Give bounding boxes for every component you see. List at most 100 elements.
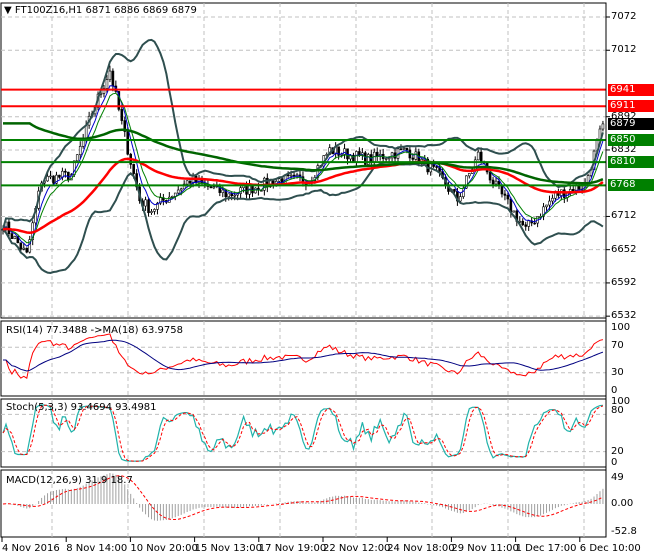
price-axis-label: 6532 bbox=[611, 310, 637, 322]
candle-body bbox=[551, 197, 554, 202]
candle-body bbox=[545, 204, 548, 208]
candle-body bbox=[105, 79, 109, 89]
candle-body bbox=[150, 211, 153, 214]
time-axis-label: 10 Nov 20:00 bbox=[130, 543, 198, 554]
rsi-ma-line bbox=[3, 339, 604, 372]
candle-body bbox=[399, 148, 403, 151]
candle-body bbox=[384, 158, 388, 160]
price-axis-label: 6712 bbox=[611, 210, 637, 222]
candle-body bbox=[75, 154, 79, 162]
collapse-triangle-icon[interactable]: ▼ bbox=[4, 5, 12, 16]
candle-body bbox=[503, 193, 507, 196]
candle-body bbox=[230, 193, 233, 197]
candle-body bbox=[233, 194, 236, 197]
time-axis-label: 4 Nov 2016 bbox=[2, 543, 60, 554]
candle-body bbox=[58, 174, 61, 178]
candle-body bbox=[491, 179, 495, 185]
price-axis-label: 7072 bbox=[611, 11, 637, 22]
ohlc-label: 6871 6886 6869 6879 bbox=[85, 5, 197, 16]
candle-body bbox=[375, 151, 379, 157]
candle-body bbox=[153, 209, 156, 212]
level-tag-6911: 6911 bbox=[608, 100, 654, 113]
level-tag-6768: 6768 bbox=[608, 179, 654, 192]
candle-body bbox=[64, 170, 67, 173]
chart-window[interactable]: ▼ FT100Z16,H1 6871 6886 6869 6879 RSI(14… bbox=[0, 0, 660, 560]
macd-axis-label: 0.00 bbox=[611, 498, 634, 509]
candle-body bbox=[387, 157, 391, 160]
rsi-line bbox=[3, 333, 604, 380]
stoch-axis-label: 20 bbox=[611, 446, 624, 457]
candle-body bbox=[506, 195, 510, 200]
candle-body bbox=[19, 242, 23, 250]
candle-body bbox=[459, 196, 462, 202]
candle-body bbox=[488, 171, 492, 181]
candle-body bbox=[289, 174, 293, 177]
candle-body bbox=[521, 220, 525, 226]
candle-body bbox=[13, 236, 17, 239]
candle-body bbox=[494, 180, 498, 185]
candle-body bbox=[277, 178, 281, 182]
candle-body bbox=[25, 247, 29, 253]
candle-body bbox=[467, 173, 471, 177]
candle-body bbox=[147, 199, 150, 214]
price-axis-label: 7012 bbox=[611, 44, 637, 56]
time-axis-label: 8 Nov 14:00 bbox=[66, 543, 128, 554]
level-tag-6941: 6941 bbox=[608, 83, 654, 96]
candle-body bbox=[479, 151, 483, 163]
candle-body bbox=[10, 233, 14, 239]
stoch-title: Stoch(5,3,3) 93.4694 93.4981 bbox=[6, 402, 157, 413]
candle-body bbox=[405, 147, 409, 151]
candle-body bbox=[512, 210, 516, 213]
candle-body bbox=[548, 200, 551, 206]
time-axis-label: 24 Nov 18:00 bbox=[387, 543, 455, 554]
candle-body bbox=[170, 196, 174, 198]
chart-header: ▼ FT100Z16,H1 6871 6886 6869 6879 bbox=[4, 5, 197, 16]
candle-body bbox=[527, 220, 530, 227]
candle-body bbox=[176, 189, 180, 194]
time-axis-label: 15 Nov 13:00 bbox=[194, 543, 263, 554]
candle-body bbox=[227, 193, 231, 198]
time-axis-label: 17 Nov 19:00 bbox=[258, 543, 327, 554]
level-tag-6850: 6850 bbox=[608, 133, 654, 146]
candle-body bbox=[120, 109, 124, 121]
time-axis-label: 22 Nov 12:00 bbox=[323, 543, 391, 554]
macd-axis-label: -52.8 bbox=[611, 526, 637, 537]
rsi-axis-label: 0 bbox=[611, 385, 618, 396]
time-axis-label: 1 Dec 17:00 bbox=[515, 543, 577, 554]
candle-body bbox=[390, 152, 394, 159]
rsi-title: RSI(14) 77.3488 ->MA(18) 63.9758 bbox=[6, 325, 183, 336]
candle-body bbox=[221, 189, 225, 193]
candle-body bbox=[500, 185, 504, 195]
candle-body bbox=[188, 180, 192, 184]
candle-body bbox=[476, 151, 480, 161]
candle-body bbox=[209, 186, 213, 189]
time-axis-label: 29 Nov 11:00 bbox=[451, 543, 519, 554]
level-tag-6810: 6810 bbox=[608, 156, 654, 169]
candle-body bbox=[67, 171, 70, 181]
candle-body bbox=[179, 188, 183, 191]
rsi-axis-label: 100 bbox=[611, 322, 631, 333]
candle-body bbox=[111, 70, 115, 87]
candle-body bbox=[245, 185, 248, 195]
symbol-label: FT100Z16,H1 bbox=[14, 5, 83, 16]
stoch-main-line bbox=[2, 404, 603, 462]
macd-axis-label: 49 bbox=[611, 472, 624, 483]
candle-body bbox=[343, 148, 346, 155]
candle-body bbox=[49, 175, 52, 178]
time-axis-label: 6 Dec 10:00 bbox=[579, 543, 641, 554]
candle-body bbox=[524, 224, 528, 227]
candle-body bbox=[132, 164, 135, 174]
candle-body bbox=[435, 166, 438, 168]
rsi-axis-label: 70 bbox=[611, 340, 624, 351]
candle-body bbox=[126, 131, 130, 155]
ma-fast-blue bbox=[2, 85, 604, 247]
candle-body bbox=[453, 189, 456, 192]
candle-body bbox=[78, 146, 82, 156]
candle-body bbox=[212, 186, 216, 189]
price-axis-label: 6652 bbox=[611, 243, 637, 255]
candle-body bbox=[108, 70, 112, 80]
candle-body bbox=[292, 174, 296, 177]
stoch-axis-label: 80 bbox=[611, 405, 624, 416]
macd-title: MACD(12,26,9) 31.9 18.7 bbox=[6, 475, 133, 486]
candle-body bbox=[52, 175, 55, 184]
